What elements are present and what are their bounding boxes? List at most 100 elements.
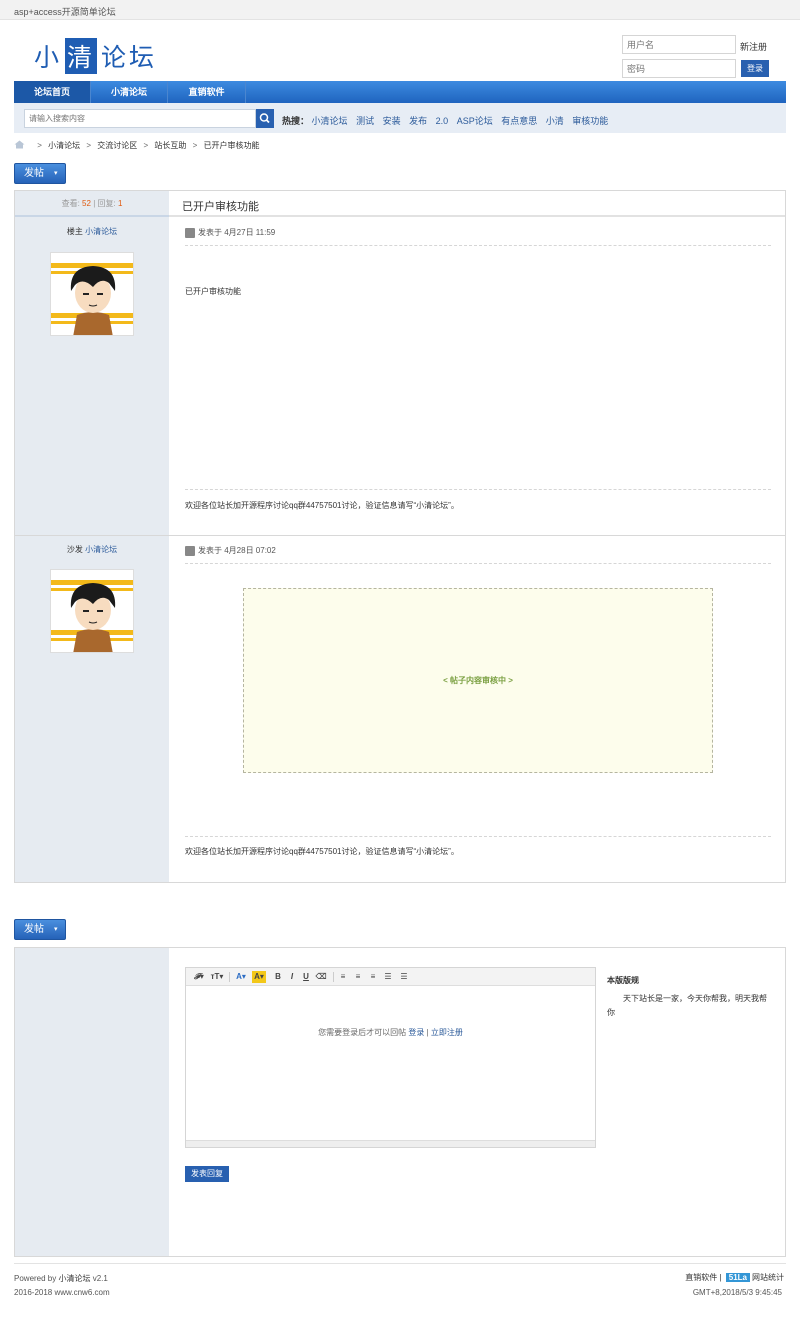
font-size-icon[interactable]: тT▾ xyxy=(210,971,224,983)
ordered-list-icon[interactable]: ☰ xyxy=(383,971,393,983)
stats-badge[interactable]: 51La xyxy=(725,1273,750,1282)
register-now-link[interactable]: 立即注册 xyxy=(431,1028,463,1037)
site-logo[interactable]: 小清论坛 xyxy=(34,38,158,74)
copyright: 2016-2018 www.cnw6.com xyxy=(14,1288,110,1297)
register-link[interactable]: 新注册 xyxy=(740,40,767,53)
login-button[interactable]: 登录 xyxy=(741,60,769,77)
password-input[interactable] xyxy=(622,59,736,78)
toolbar-separator xyxy=(333,972,334,982)
breadcrumb-item[interactable]: 交流讨论区 xyxy=(97,141,137,150)
post-item: 楼主 小清论坛 发表于 4月27日 11:59 已开户审核功能 欢迎各位站长加开… xyxy=(15,218,785,535)
post-meta: 发表于 4月28日 07:02 xyxy=(185,545,276,556)
nav-item-home[interactable]: 论坛首页 xyxy=(14,81,91,103)
avatar-image xyxy=(51,263,133,335)
powered-prefix: Powered by xyxy=(14,1274,57,1283)
post-author: 楼主 小清论坛 xyxy=(15,226,169,237)
powered-link[interactable]: 小清论坛 xyxy=(58,1274,90,1283)
nav-item-software[interactable]: 直销软件 xyxy=(168,81,246,103)
user-icon xyxy=(185,227,195,238)
powered-by: Powered by 小清论坛 v2.1 xyxy=(14,1273,108,1284)
hot-item[interactable]: 发布 xyxy=(409,116,427,126)
breadcrumb: > 小清论坛 > 交流讨论区 > 站长互助 > 已开户审核功能 xyxy=(14,140,260,152)
bold-icon[interactable]: B xyxy=(273,971,283,983)
font-family-icon[interactable]: 𝓕▾ xyxy=(192,971,206,983)
hot-item[interactable]: 小清 xyxy=(546,116,564,126)
hot-item[interactable]: ASP论坛 xyxy=(457,116,493,126)
footer-links: 直销软件 | 51La 网站统计 xyxy=(685,1273,784,1282)
search-icon xyxy=(259,113,270,124)
caret-down-icon: ▾ xyxy=(54,926,58,933)
avatar[interactable] xyxy=(50,252,134,336)
footer: Powered by 小清论坛 v2.1 2016-2018 www.cnw6.… xyxy=(14,1263,786,1303)
hot-item[interactable]: 测试 xyxy=(356,116,374,126)
hot-item[interactable]: 2.0 xyxy=(436,116,449,126)
login-required-text: 您需要登录后才可以回帖 xyxy=(318,1028,407,1037)
logo-part2: 清 xyxy=(65,38,98,74)
resize-handle[interactable] xyxy=(186,1140,595,1147)
new-post-button[interactable]: 发帖 ▾ xyxy=(14,163,66,184)
rules-text: 天下站长是一家，今天你帮我，明天我帮你 xyxy=(607,994,767,1017)
pending-review-text: < 帖子内容审核中 > xyxy=(443,676,513,685)
stats-label[interactable]: 网站统计 xyxy=(752,1273,784,1282)
unordered-list-icon[interactable]: ☰ xyxy=(399,971,409,983)
post-date: 4月28日 07:02 xyxy=(224,546,276,555)
search-button[interactable] xyxy=(256,109,274,128)
hot-item[interactable]: 审核功能 xyxy=(572,116,608,126)
font-color-icon[interactable]: A▾ xyxy=(234,971,248,983)
login-link[interactable]: 登录 xyxy=(408,1028,424,1037)
italic-icon[interactable]: I xyxy=(287,971,297,983)
hot-item[interactable]: 安装 xyxy=(383,116,401,126)
new-post-label: 发帖 xyxy=(24,168,44,179)
breadcrumb-item[interactable]: 小清论坛 xyxy=(48,141,80,150)
new-post-button[interactable]: 发帖 ▾ xyxy=(14,919,66,940)
thread-title: 已开户审核功能 xyxy=(182,201,259,213)
nav-item-forum[interactable]: 小清论坛 xyxy=(91,81,168,103)
main-nav: 论坛首页 小清论坛 直销软件 xyxy=(14,81,786,103)
login-required-message: 您需要登录后才可以回帖 登录 | 立即注册 xyxy=(186,1027,595,1038)
align-right-icon[interactable]: ≡ xyxy=(368,971,378,983)
toolbar-separator xyxy=(229,972,230,982)
thread-title-bar: 已开户审核功能 xyxy=(169,191,785,217)
breadcrumb-separator: > xyxy=(192,141,198,150)
divider xyxy=(185,563,771,564)
replies-count: 1 xyxy=(117,199,123,208)
floor-label: 楼主 xyxy=(66,227,83,236)
submit-reply-button[interactable]: 发表回复 xyxy=(185,1166,229,1182)
breadcrumb-item[interactable]: 站长互助 xyxy=(154,141,186,150)
pending-review-box: < 帖子内容审核中 > xyxy=(243,588,713,773)
eraser-icon[interactable]: ⌫ xyxy=(315,971,327,983)
footer-software-link[interactable]: 直销软件 xyxy=(685,1273,717,1282)
underline-icon[interactable]: U xyxy=(301,971,311,983)
reply-editor[interactable]: 𝓕▾ тT▾ A▾ A▾ B I U ⌫ ≡ ≡ ≡ ☰ ☰ 您需要登录后才可以… xyxy=(185,967,596,1148)
replies-label: 回复: xyxy=(97,199,116,208)
editor-toolbar: 𝓕▾ тT▾ A▾ A▾ B I U ⌫ ≡ ≡ ≡ ☰ ☰ xyxy=(186,968,595,986)
align-center-icon[interactable]: ≡ xyxy=(353,971,363,983)
search-bar: 热搜： 小清论坛 测试 安装 发布 2.0 ASP论坛 有点意思 小清 审核功能 xyxy=(14,103,786,133)
avatar[interactable] xyxy=(50,569,134,653)
hot-label: 热搜： xyxy=(282,116,310,126)
author-link[interactable]: 小清论坛 xyxy=(85,227,117,236)
hot-item[interactable]: 有点意思 xyxy=(501,116,537,126)
breadcrumb-item[interactable]: 已开户审核功能 xyxy=(204,141,260,150)
divider xyxy=(185,489,771,490)
rules-title: 本版版规 xyxy=(607,976,639,985)
divider xyxy=(185,245,771,246)
floor-label: 沙发 xyxy=(66,545,83,554)
search-input[interactable] xyxy=(24,109,256,128)
username-input[interactable] xyxy=(622,35,736,54)
post-date: 4月27日 11:59 xyxy=(224,228,276,237)
align-left-icon[interactable]: ≡ xyxy=(338,971,348,983)
post-body: 已开户审核功能 xyxy=(185,287,241,296)
hot-searches: 热搜： 小清论坛 测试 安装 发布 2.0 ASP论坛 有点意思 小清 审核功能 xyxy=(282,114,614,127)
author-link[interactable]: 小清论坛 xyxy=(85,545,117,554)
post-signature: 欢迎各位站长加开源程序讨论qq群44757501讨论，验证信息请写“小清论坛”。 xyxy=(185,501,459,510)
top-bar: asp+access开源简单论坛 xyxy=(0,0,800,20)
version: v2.1 xyxy=(92,1274,108,1283)
home-icon[interactable] xyxy=(14,140,25,151)
views-count: 52 xyxy=(82,199,91,208)
hot-item[interactable]: 小清论坛 xyxy=(312,116,348,126)
highlight-icon[interactable]: A▾ xyxy=(252,971,266,983)
logo-part3: 论坛 xyxy=(101,43,158,72)
reply-left-column xyxy=(15,948,169,1256)
post-meta: 发表于 4月27日 11:59 xyxy=(185,227,275,238)
